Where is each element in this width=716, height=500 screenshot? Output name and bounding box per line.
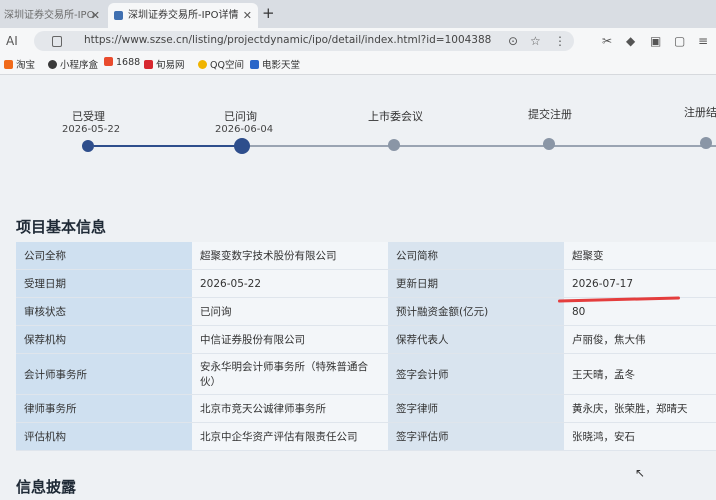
table-row: 保荐机构 中信证券股份有限公司 保荐代表人 卢丽俊，焦大伟 — [16, 325, 716, 354]
basic-info-table: 公司全称 超聚变数字技术股份有限公司 公司简称 超聚变 受理日期 2026-05… — [16, 242, 716, 451]
value-update-date: 2026-07-17 — [564, 269, 716, 298]
table-row: 审核状态 已问询 预计融资金额(亿元) 80 — [16, 297, 716, 326]
table-row: 公司全称 超聚变数字技术股份有限公司 公司简称 超聚变 — [16, 242, 716, 270]
value-signing-appraiser: 张晓鸿，安石 — [564, 422, 716, 451]
new-tab-button[interactable]: + — [262, 4, 275, 22]
window-icon[interactable]: ▢ — [674, 34, 685, 48]
bookmark-taobao[interactable]: 淘宝 — [4, 57, 35, 71]
step-5-dot — [700, 137, 712, 149]
bookmark-1688[interactable]: 1688 — [104, 57, 140, 68]
link-accounting-firm[interactable]: 安永华明会计师事务所（特殊普通合伙） — [192, 353, 388, 395]
value-company-name: 超聚变数字技术股份有限公司 — [192, 242, 388, 270]
step-5-label: 注册结 — [684, 106, 716, 119]
value-short-name: 超聚变 — [564, 242, 716, 270]
ai-icon[interactable]: AI — [6, 34, 18, 48]
table-row: 评估机构 北京中企华资产评估有限责任公司 签字评估师 张晓鸿，安石 — [16, 422, 716, 451]
label-sponsor-rep: 保荐代表人 — [388, 325, 564, 354]
table-row: 会计师事务所 安永华明会计师事务所（特殊普通合伙） 签字会计师 王天晴，孟冬 — [16, 353, 716, 395]
value-signing-lawyer: 黄永庆，张荣胜，郑晴天 — [564, 394, 716, 423]
label-update-date: 更新日期 — [388, 269, 564, 298]
taobao-icon — [4, 60, 13, 69]
szse-favicon-icon — [114, 11, 123, 20]
label-signing-appraiser: 签字评估师 — [388, 422, 564, 451]
step-4-label: 提交注册 — [528, 108, 572, 121]
alibaba-icon — [104, 57, 113, 66]
bookmark-miniprogram[interactable]: 小程序盒 — [48, 57, 98, 71]
step-1-dot — [82, 140, 94, 152]
menu-icon[interactable]: ≡ — [698, 34, 708, 48]
value-sponsor-rep: 卢丽俊，焦大伟 — [564, 325, 716, 354]
xunyi-icon — [144, 60, 153, 69]
table-row: 律师事务所 北京市竞天公诚律师事务所 签字律师 黄永庆，张荣胜，郑晴天 — [16, 394, 716, 423]
label-sponsor: 保荐机构 — [16, 325, 192, 354]
step-2-label: 已问询 — [224, 110, 257, 123]
link-law-firm[interactable]: 北京市竞天公诚律师事务所 — [192, 394, 388, 423]
label-signing-accountant: 签字会计师 — [388, 353, 564, 395]
tab-ipo-detail[interactable]: 深圳证券交易所-IPO详情 ✕ — [108, 3, 258, 28]
label-review-status: 审核状态 — [16, 297, 192, 326]
link-sponsor[interactable]: 中信证券股份有限公司 — [192, 325, 388, 354]
mouse-cursor-icon: ↖ — [635, 466, 646, 480]
miniprogram-icon — [48, 60, 57, 69]
label-company-name: 公司全称 — [16, 242, 192, 270]
value-appraisal-firm: 北京中企华资产评估有限责任公司 — [192, 422, 388, 451]
location-icon[interactable]: ⊙ — [508, 34, 518, 48]
tab-label: 深圳证券交易所-IPO — [4, 10, 95, 21]
step-4-dot — [543, 138, 555, 150]
url-text: https://www.szse.cn/listing/projectdynam… — [84, 34, 492, 46]
step-2-date: 2026-06-04 — [215, 124, 274, 135]
label-short-name: 公司简称 — [388, 242, 564, 270]
lock-icon — [52, 36, 62, 47]
tab-ipo-list[interactable]: 深圳证券交易所-IPO ✕ — [0, 3, 106, 28]
bookmarks-bar: 淘宝 小程序盒 1688 旬易网 QQ空间 电影天堂 — [0, 54, 716, 75]
bookmark-qzone[interactable]: QQ空间 — [198, 57, 244, 71]
screenshot-icon[interactable]: ▣ — [650, 34, 661, 48]
label-accounting-firm: 会计师事务所 — [16, 353, 192, 395]
step-3-dot — [388, 139, 400, 151]
step-1-label: 已受理 — [72, 110, 105, 123]
step-3-label: 上市委会议 — [368, 110, 423, 123]
table-row: 受理日期 2026-05-22 更新日期 2026-07-17 — [16, 269, 716, 298]
bookmark-movie[interactable]: 电影天堂 — [250, 57, 300, 71]
value-review-status: 已问询 — [192, 297, 388, 326]
label-appraisal-firm: 评估机构 — [16, 422, 192, 451]
progress-line-done — [94, 145, 242, 147]
label-signing-lawyer: 签字律师 — [388, 394, 564, 423]
browser-tab-bar: 深圳证券交易所-IPO ✕ 深圳证券交易所-IPO详情 ✕ + — [0, 0, 716, 28]
url-field[interactable]: https://www.szse.cn/listing/projectdynam… — [34, 31, 574, 51]
value-signing-accountant: 王天晴，孟冬 — [564, 353, 716, 395]
step-2-dot — [234, 138, 250, 154]
close-tab-icon[interactable]: ✕ — [243, 3, 252, 28]
movie-icon — [250, 60, 259, 69]
bookmark-xunyi[interactable]: 旬易网 — [144, 57, 185, 71]
scissors-icon[interactable]: ✂ — [602, 34, 612, 48]
label-financing-amount: 预计融资金额(亿元) — [388, 297, 564, 326]
qzone-icon — [198, 60, 207, 69]
close-tab-icon[interactable]: ✕ — [91, 3, 100, 28]
value-accept-date: 2026-05-22 — [192, 269, 388, 298]
address-bar: AI https://www.szse.cn/listing/projectdy… — [0, 28, 716, 54]
label-accept-date: 受理日期 — [16, 269, 192, 298]
tab-label: 深圳证券交易所-IPO详情 — [128, 10, 239, 21]
star-icon[interactable]: ☆ — [530, 34, 541, 48]
disclosure-title: 信息披露 — [16, 478, 77, 496]
extension-icon[interactable]: ◆ — [626, 34, 635, 48]
label-law-firm: 律师事务所 — [16, 394, 192, 423]
basic-info-title: 项目基本信息 — [16, 218, 107, 236]
more-icon[interactable]: ⋮ — [554, 34, 566, 48]
step-1-date: 2026-05-22 — [62, 124, 121, 135]
progress-line-pending — [248, 145, 716, 147]
